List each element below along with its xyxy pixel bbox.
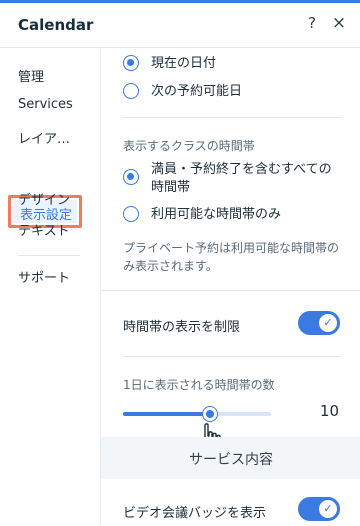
- sidebar-divider: [18, 255, 80, 256]
- service-section-header: サービス内容: [101, 437, 360, 479]
- private-booking-hint: プライベート予約は利用可能な時間帯のみ表示されます。: [123, 241, 340, 273]
- radio-current-date[interactable]: 現在の日付: [123, 55, 216, 73]
- sidebar: 管理 Services レイア… 表示設定 デザイン テキスト サポート: [0, 49, 100, 526]
- radio-label: 利用可能な時間帯のみ: [151, 207, 282, 222]
- divider: [101, 290, 360, 291]
- check-icon: ✓: [319, 500, 337, 518]
- slots-per-day-value[interactable]: 10: [283, 397, 341, 425]
- video-badge-label: ビデオ会議バッジを表示: [123, 506, 267, 521]
- settings-content: 現在の日付 次の予約可能日 表示するクラスの時間帯 満員・予約終了を含むすべての…: [100, 49, 360, 526]
- radio-available-only[interactable]: 利用可能な時間帯のみ: [123, 206, 281, 224]
- sidebar-item-design[interactable]: デザイン: [18, 189, 70, 208]
- radio-button[interactable]: [123, 55, 139, 71]
- radio-button[interactable]: [123, 169, 139, 185]
- radio-label: 現在の日付: [151, 56, 217, 71]
- settings-panel: Calendar ? × 管理 Services レイア… 表示設定 デザイン …: [0, 0, 360, 526]
- sidebar-item-manage[interactable]: 管理: [18, 66, 44, 85]
- slots-per-day-label: 1日に表示される時間帯の数: [123, 378, 275, 392]
- panel-header: Calendar ? ×: [0, 3, 360, 48]
- radio-label: 満員・予約終了を含むすべての時間帯: [151, 162, 332, 195]
- sidebar-item-services[interactable]: Services: [18, 97, 73, 112]
- radio-label: 次の予約可能日: [151, 84, 243, 99]
- limit-slots-toggle[interactable]: ✓: [298, 311, 340, 335]
- slider-handle[interactable]: [203, 407, 218, 421]
- radio-button[interactable]: [123, 206, 139, 222]
- radio-button[interactable]: [123, 83, 139, 99]
- divider: [123, 356, 341, 357]
- video-badge-toggle[interactable]: ✓: [298, 497, 340, 521]
- radio-next-available[interactable]: 次の予約可能日: [123, 83, 242, 101]
- panel-title: Calendar: [18, 16, 94, 34]
- section-title: サービス内容: [189, 452, 273, 468]
- class-time-label: 表示するクラスの時間帯: [123, 139, 255, 153]
- sidebar-item-support[interactable]: サポート: [18, 267, 70, 286]
- slots-per-day-slider[interactable]: [123, 412, 271, 416]
- slider-fill: [123, 412, 211, 416]
- divider: [123, 117, 341, 118]
- check-icon: ✓: [319, 314, 337, 332]
- radio-all-slots[interactable]: 満員・予約終了を含むすべての時間帯: [123, 161, 339, 197]
- limit-slots-label: 時間帯の表示を制限: [123, 320, 241, 335]
- sidebar-item-layout[interactable]: レイア…: [18, 128, 70, 147]
- sidebar-item-text[interactable]: テキスト: [18, 220, 70, 239]
- help-button[interactable]: ?: [304, 14, 320, 34]
- close-button[interactable]: ×: [330, 13, 348, 33]
